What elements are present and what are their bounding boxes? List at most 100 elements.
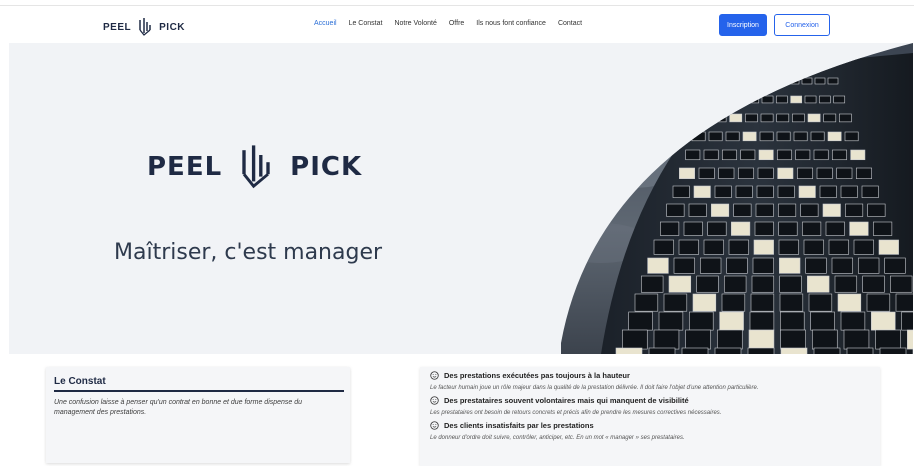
tower-window bbox=[850, 149, 866, 161]
tower-window bbox=[719, 311, 744, 331]
tower-window bbox=[738, 167, 754, 179]
tower-window bbox=[832, 149, 847, 161]
point-description: Le donneur d'ordre doit suivre, contrôle… bbox=[430, 435, 685, 441]
tower-window bbox=[825, 221, 845, 236]
tower-window bbox=[776, 95, 788, 104]
login-button[interactable]: Connexion bbox=[774, 14, 830, 36]
tower-window bbox=[751, 275, 775, 293]
main-nav: Accueil Le Constat Notre Volonté Offre I… bbox=[314, 20, 582, 27]
tower-window bbox=[866, 293, 891, 312]
tower-window bbox=[756, 185, 774, 198]
nav-link-le-constat[interactable]: Le Constat bbox=[349, 20, 383, 27]
tower-window bbox=[810, 311, 835, 331]
tower-window bbox=[833, 95, 846, 104]
tower-window bbox=[757, 167, 774, 179]
tower-window bbox=[780, 329, 806, 350]
tower-window bbox=[759, 131, 774, 142]
tower-window bbox=[875, 329, 901, 350]
tower-window bbox=[658, 311, 684, 331]
tower-window bbox=[673, 257, 695, 274]
tower-window bbox=[725, 131, 740, 142]
tower-window bbox=[849, 221, 869, 236]
tower-window bbox=[780, 311, 805, 331]
tower-window bbox=[844, 131, 859, 142]
tower-window bbox=[807, 113, 821, 123]
tower-window bbox=[800, 203, 819, 217]
tower-window bbox=[839, 113, 852, 123]
tower-window bbox=[710, 77, 722, 85]
tower-window bbox=[726, 257, 748, 274]
tower-window bbox=[845, 203, 864, 217]
tower-window bbox=[698, 113, 711, 123]
tower-window bbox=[749, 311, 775, 331]
skyscraper-photo bbox=[561, 43, 913, 354]
point-title: Des prestataires souvent volontaires mai… bbox=[444, 396, 689, 405]
tower-window bbox=[777, 149, 792, 161]
tower-window bbox=[779, 293, 804, 312]
tower-window bbox=[776, 131, 791, 142]
tower-window bbox=[760, 113, 774, 123]
tower-window bbox=[792, 113, 805, 123]
point-title: Des prestations exécutées pas toujours à… bbox=[444, 371, 630, 380]
smiley-face-icon bbox=[430, 421, 439, 430]
tower-window bbox=[819, 185, 837, 198]
tower-window bbox=[693, 185, 711, 198]
tower-window bbox=[731, 221, 751, 236]
tower-window bbox=[711, 203, 730, 217]
signup-button[interactable]: Inscription bbox=[719, 14, 767, 36]
tower-window bbox=[810, 131, 825, 142]
tower-window bbox=[901, 311, 913, 331]
top-edge bbox=[0, 0, 914, 6]
tower-window bbox=[685, 329, 711, 350]
tower-window bbox=[692, 293, 717, 312]
tower-window bbox=[778, 239, 799, 255]
tower-window bbox=[762, 77, 774, 85]
tower-window bbox=[641, 275, 664, 293]
navbar: PEEL PICK Accueil Le Constat Notre Volon… bbox=[0, 7, 914, 43]
tower-window bbox=[647, 257, 669, 274]
nav-link-ils-nous-font-confiance[interactable]: Ils nous font confiance bbox=[476, 20, 546, 27]
tower-window bbox=[819, 95, 831, 104]
tower-window bbox=[653, 329, 680, 350]
tower-window bbox=[735, 185, 753, 198]
nav-link-offre[interactable]: Offre bbox=[449, 20, 464, 27]
brand-logo[interactable]: PEEL PICK bbox=[103, 17, 185, 37]
tower-window bbox=[778, 221, 798, 236]
point-description: Le facteur humain joue un rôle majeur da… bbox=[430, 385, 759, 391]
tower-window bbox=[834, 275, 858, 293]
tower-window bbox=[777, 167, 794, 179]
tower-window bbox=[733, 95, 745, 104]
nav-link-contact[interactable]: Contact bbox=[558, 20, 582, 27]
tower-window bbox=[827, 131, 842, 142]
nav-link-accueil[interactable]: Accueil bbox=[314, 20, 337, 27]
tower-window bbox=[740, 149, 756, 161]
tower-window bbox=[808, 293, 833, 312]
tower-window bbox=[873, 221, 893, 236]
tower-window bbox=[758, 149, 774, 161]
tower-window bbox=[867, 203, 886, 217]
tower-window bbox=[761, 95, 774, 104]
tower-window bbox=[755, 203, 774, 217]
tower-window bbox=[907, 329, 913, 350]
tower-window bbox=[718, 95, 731, 104]
tower-window bbox=[685, 149, 701, 161]
hero-tagline: Maîtriser, c'est manager bbox=[114, 240, 383, 265]
tower-window bbox=[862, 275, 885, 293]
nav-link-notre-volonte[interactable]: Notre Volonté bbox=[394, 20, 436, 27]
tower-window bbox=[807, 275, 830, 293]
tower-window bbox=[840, 185, 858, 198]
tower-window bbox=[895, 293, 913, 312]
tower-window bbox=[858, 257, 880, 274]
tower-window bbox=[745, 113, 758, 123]
tower-window bbox=[733, 203, 752, 217]
tower-window bbox=[688, 203, 707, 217]
tower-window bbox=[831, 257, 853, 274]
tower-window bbox=[856, 167, 872, 179]
tower-window bbox=[779, 275, 802, 293]
tower-window bbox=[843, 329, 870, 350]
hero-logo-right: PICK bbox=[290, 152, 363, 182]
tower-window bbox=[723, 77, 735, 85]
tower-window bbox=[663, 293, 688, 312]
constat-card: Le Constat Une confusion laisse à penser… bbox=[46, 367, 350, 463]
tower-window bbox=[878, 239, 899, 255]
